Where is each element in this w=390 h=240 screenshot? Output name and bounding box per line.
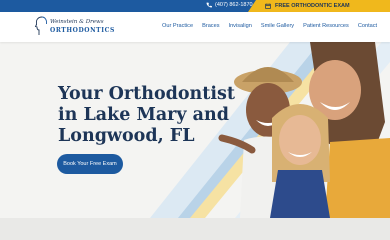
phone-number: (407) 862-1870 xyxy=(215,2,253,8)
headline-line-2: in Lake Mary and xyxy=(58,105,229,125)
free-exam-link[interactable]: FREE ORTHODONTIC EXAM xyxy=(248,0,390,12)
nav-braces[interactable]: Braces xyxy=(202,23,219,29)
face-profile-icon xyxy=(34,16,48,35)
headline-line-1: Your Orthodontist xyxy=(58,84,235,104)
hero-headline: Your Orthodontist in Lake Mary and Longw… xyxy=(58,84,238,147)
phone-icon xyxy=(206,2,212,8)
book-free-exam-button[interactable]: Book Your Free Exam xyxy=(57,154,123,174)
site-header: Weinstein & Drews ORTHODONTICS Our Pract… xyxy=(0,12,390,42)
nav-patient-resources[interactable]: Patient Resources xyxy=(303,23,349,29)
phone-link[interactable]: (407) 862-1870 xyxy=(206,2,253,8)
free-exam-label: FREE ORTHODONTIC EXAM xyxy=(275,3,350,9)
nav-our-practice[interactable]: Our Practice xyxy=(162,23,193,29)
logo-wordmark: ORTHODONTICS xyxy=(50,27,115,34)
next-section-strip xyxy=(0,218,390,240)
nav-invisalign[interactable]: Invisalign xyxy=(229,23,252,29)
nav-contact[interactable]: Contact xyxy=(358,23,377,29)
top-utility-bar: (407) 862-1870 FREE ORTHODONTIC EXAM xyxy=(0,0,390,12)
site-logo[interactable]: Weinstein & Drews ORTHODONTICS xyxy=(34,16,114,38)
calendar-icon xyxy=(265,3,271,9)
main-nav: Our Practice Braces Invisalign Smile Gal… xyxy=(162,23,377,29)
nav-smile-gallery[interactable]: Smile Gallery xyxy=(261,23,294,29)
hero-section: Your Orthodontist in Lake Mary and Longw… xyxy=(0,42,390,218)
logo-script-text: Weinstein & Drews xyxy=(50,19,104,25)
headline-line-3: Longwood, FL xyxy=(58,126,195,146)
